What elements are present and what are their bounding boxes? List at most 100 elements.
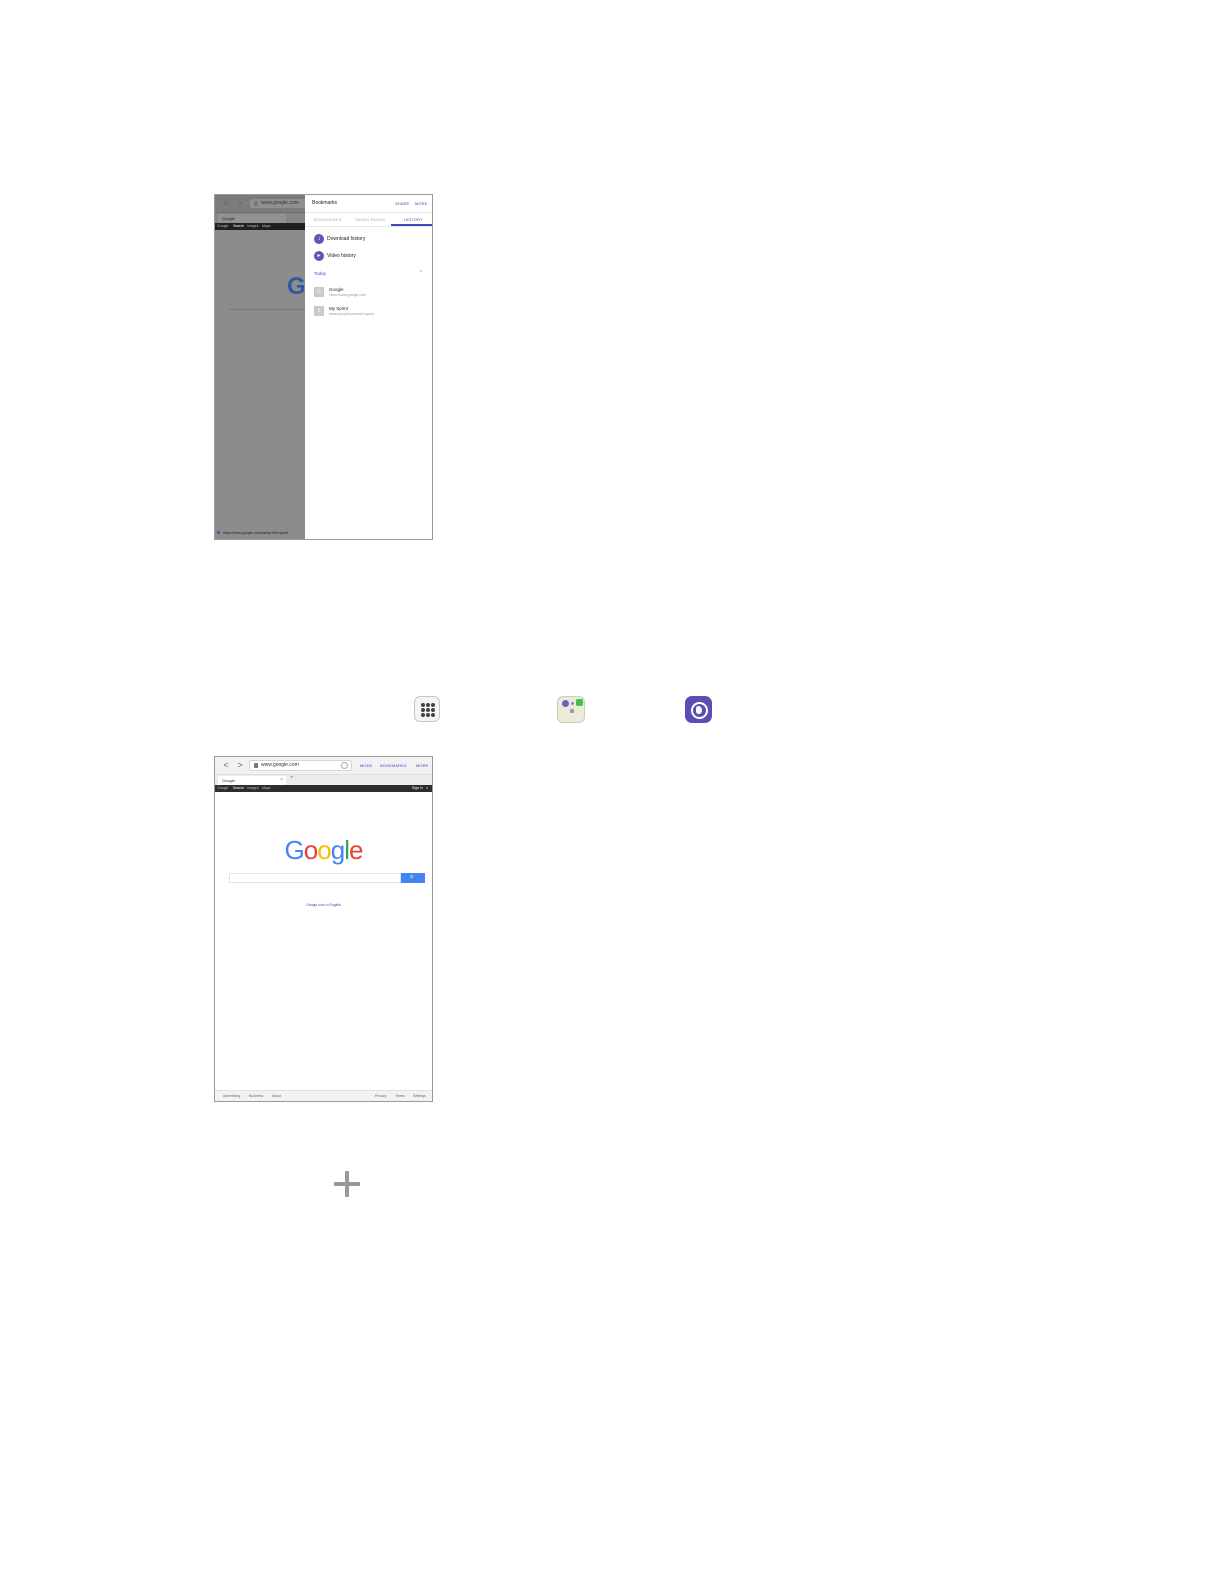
folder-app-icon [571, 702, 574, 705]
apps-dot [421, 703, 425, 707]
browser-toolbar: < > www.google.com MODE BOOKMARKS MORE [215, 757, 432, 775]
panel-title: Bookmarks [312, 200, 338, 206]
logo-letter: G [284, 835, 305, 865]
logo-letter: o [303, 835, 319, 865]
more-button[interactable]: MORE [416, 763, 428, 768]
apps-dot [431, 713, 435, 717]
menu-icon[interactable]: ≡ [426, 786, 428, 790]
entry-title: My Sprint [329, 306, 349, 311]
history-entry[interactable]: G Google https://www.google.com [314, 287, 424, 303]
lock-icon [254, 201, 258, 206]
samsung-folder-icon [557, 696, 585, 723]
gbar-search[interactable]: Search [233, 224, 244, 228]
favicon-icon: G [314, 287, 324, 297]
tab-bar: Google × + [215, 213, 305, 223]
apps-dot [421, 708, 425, 712]
share-button[interactable]: SHARE [395, 201, 409, 206]
reload-icon[interactable] [341, 762, 348, 769]
history-entry[interactable]: S My Sprint www.mysprint.com/ref=sprint [314, 306, 424, 322]
apps-dot [431, 708, 435, 712]
gbar-maps[interactable]: Maps [262, 224, 271, 228]
folder-app-icon [570, 709, 574, 713]
favicon-icon: S [314, 306, 324, 316]
gbar-images[interactable]: Images [247, 786, 258, 790]
add-icon [334, 1171, 360, 1197]
search-box-dimmed [229, 309, 305, 310]
apps-dot [426, 703, 430, 707]
tab-history[interactable]: HISTORY [404, 217, 423, 222]
tab-close-icon[interactable]: × [280, 777, 283, 783]
back-icon[interactable]: < [221, 760, 231, 770]
url-bar[interactable]: www.google.com [249, 198, 309, 209]
footer-about[interactable]: About [272, 1094, 281, 1098]
tab-bookmarks[interactable]: BOOKMARKS [314, 217, 342, 222]
bookmarks-panel: Bookmarks SHARE MORE BOOKMARKS SAVED PAG… [305, 195, 432, 539]
gbar-images[interactable]: Images [247, 224, 258, 228]
internet-icon [685, 696, 712, 723]
logo-letter: g [330, 835, 346, 865]
search-input[interactable] [229, 873, 401, 883]
gbar-google[interactable]: Google [217, 786, 228, 790]
url-text: www.google.com [261, 762, 299, 768]
forward-icon[interactable]: > [235, 760, 245, 770]
collapse-chevron-icon[interactable]: ^ [420, 270, 422, 276]
tab-google[interactable]: Google × [218, 776, 286, 785]
video-history-icon: ▸ [314, 251, 324, 261]
plus-bar [345, 1171, 349, 1197]
panel-tabs: BOOKMARKS SAVED PAGES HISTORY [305, 213, 432, 227]
bookmarks-button[interactable]: BOOKMARKS [380, 763, 407, 768]
panel-header: Bookmarks SHARE MORE [305, 195, 432, 213]
folder-app-icon [562, 700, 569, 707]
footer-terms[interactable]: Terms [395, 1094, 405, 1098]
tab-title: Google [222, 216, 235, 221]
google-bar: Google Search Images Maps Sign in ≡ [215, 785, 432, 792]
footer-business[interactable]: Business [249, 1094, 263, 1098]
entry-title: Google [329, 287, 344, 292]
footer-advertising[interactable]: Advertising [223, 1094, 240, 1098]
gbar-maps[interactable]: Maps [262, 786, 271, 790]
search-button[interactable]: 🔍 [401, 873, 425, 883]
tab-saved-pages[interactable]: SAVED PAGES [355, 217, 385, 222]
tab-close-icon[interactable]: × [280, 215, 283, 221]
browser-screenshot: < > www.google.com MODE BOOKMARKS MORE G… [214, 756, 433, 1102]
download-history-icon: ↓ [314, 234, 324, 244]
dimmed-browser-page[interactable]: < > www.google.com Google × + Google Sea… [215, 195, 309, 539]
forward-icon[interactable]: > [235, 198, 245, 208]
apps-dot [421, 713, 425, 717]
logo-letter: o [317, 835, 332, 865]
browser-toolbar: < > www.google.com [215, 195, 309, 213]
google-logo-partial: G [287, 273, 306, 300]
mode-button[interactable]: MODE [360, 763, 372, 768]
language-link[interactable]: Google.com in English [215, 903, 432, 907]
location-icon [217, 531, 220, 534]
entry-url: www.mysprint.com/ref=sprint [329, 312, 374, 316]
gbar-search[interactable]: Search [233, 786, 244, 790]
apps-dot [431, 703, 435, 707]
google-bar: Google Search Images Maps [215, 223, 305, 230]
section-today: Today [314, 271, 327, 276]
footer-privacy[interactable]: Privacy [375, 1094, 386, 1098]
logo-letter: e [348, 835, 364, 865]
more-button[interactable]: MORE [415, 201, 427, 206]
new-tab-icon[interactable]: + [290, 213, 294, 219]
lock-icon [254, 763, 258, 768]
gbar-google[interactable]: Google [217, 224, 228, 228]
folder-app-icon [576, 699, 583, 706]
back-icon[interactable]: < [221, 198, 231, 208]
status-url: https://www.google.com/webhp?ref=sprint [217, 531, 305, 537]
footer-settings[interactable]: Settings [413, 1094, 426, 1098]
new-tab-icon[interactable]: + [290, 775, 294, 781]
tab-indicator [391, 224, 432, 226]
url-bar[interactable]: www.google.com [249, 760, 352, 771]
download-history-label: Download history [327, 236, 366, 242]
apps-icon [414, 696, 440, 722]
google-logo: Google [215, 837, 432, 863]
tab-title: Google [222, 778, 235, 783]
video-history-label: Video history [327, 253, 356, 259]
status-url-text: https://www.google.com/webhp?ref=sprint [223, 531, 288, 535]
page-footer: Advertising Business About Privacy Terms… [215, 1090, 432, 1101]
apps-dot [426, 708, 430, 712]
sign-in-link[interactable]: Sign in [412, 786, 423, 790]
tab-google[interactable]: Google × [218, 214, 286, 223]
apps-dot [426, 713, 430, 717]
